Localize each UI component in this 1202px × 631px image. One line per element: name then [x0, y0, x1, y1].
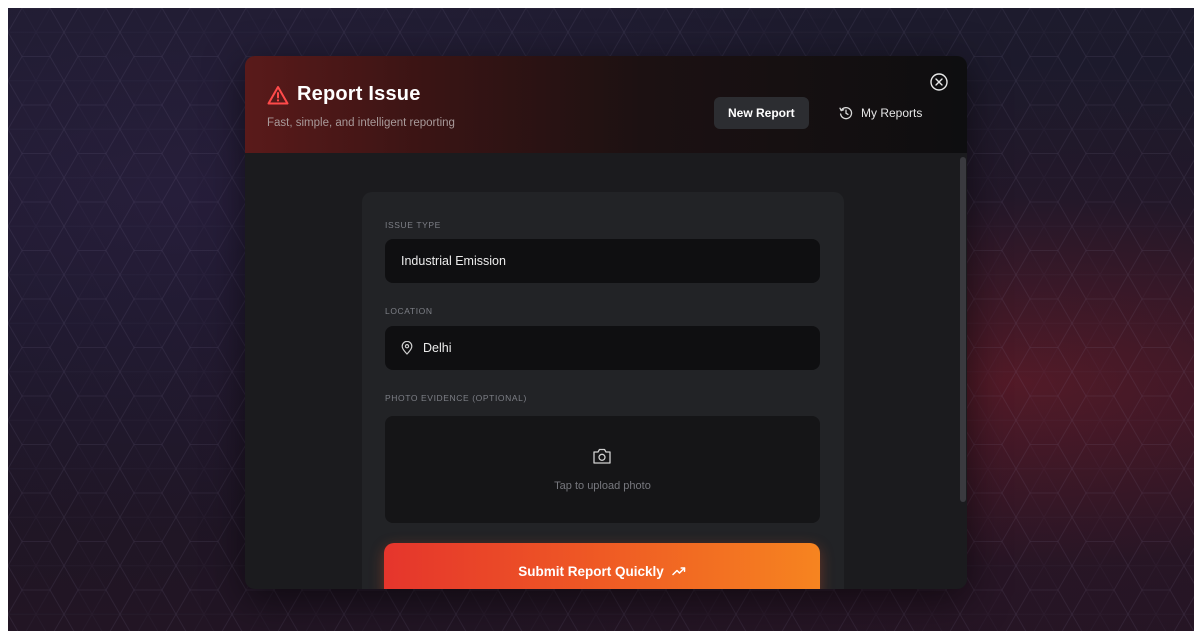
history-icon [839, 106, 853, 120]
location-label: LOCATION [385, 306, 433, 316]
warning-triangle-icon [267, 85, 289, 104]
modal-subtitle: Fast, simple, and intelligent reporting [267, 117, 455, 129]
report-form-card: ISSUE TYPE Industrial Emission LOCATION … [362, 192, 844, 589]
photo-evidence-label: PHOTO EVIDENCE (OPTIONAL) [385, 393, 527, 403]
photo-upload-area[interactable]: Tap to upload photo [385, 416, 820, 523]
modal-header: Report Issue Fast, simple, and intellige… [245, 56, 967, 153]
scroll-thumb[interactable] [960, 157, 966, 502]
new-report-button[interactable]: New Report [714, 97, 809, 129]
modal-scrollbar[interactable] [959, 153, 967, 589]
submit-label: Submit Report Quickly [518, 563, 664, 579]
map-pin-icon [401, 341, 413, 355]
location-value: Delhi [423, 341, 452, 355]
report-issue-modal: Report Issue Fast, simple, and intellige… [245, 56, 967, 589]
my-reports-label: My Reports [861, 106, 923, 120]
location-field[interactable]: Delhi [385, 326, 820, 370]
issue-type-value: Industrial Emission [401, 254, 506, 268]
upload-hint-text: Tap to upload photo [554, 480, 651, 492]
issue-type-field[interactable]: Industrial Emission [385, 239, 820, 283]
submit-report-button[interactable]: Submit Report Quickly [384, 543, 820, 589]
close-icon[interactable] [929, 72, 949, 92]
trending-up-icon [672, 567, 686, 576]
new-report-label: New Report [728, 106, 795, 120]
title-row: Report Issue [267, 83, 421, 106]
my-reports-button[interactable]: My Reports [835, 97, 926, 129]
camera-icon [593, 448, 611, 464]
issue-type-label: ISSUE TYPE [385, 220, 441, 230]
modal-title: Report Issue [297, 83, 421, 105]
